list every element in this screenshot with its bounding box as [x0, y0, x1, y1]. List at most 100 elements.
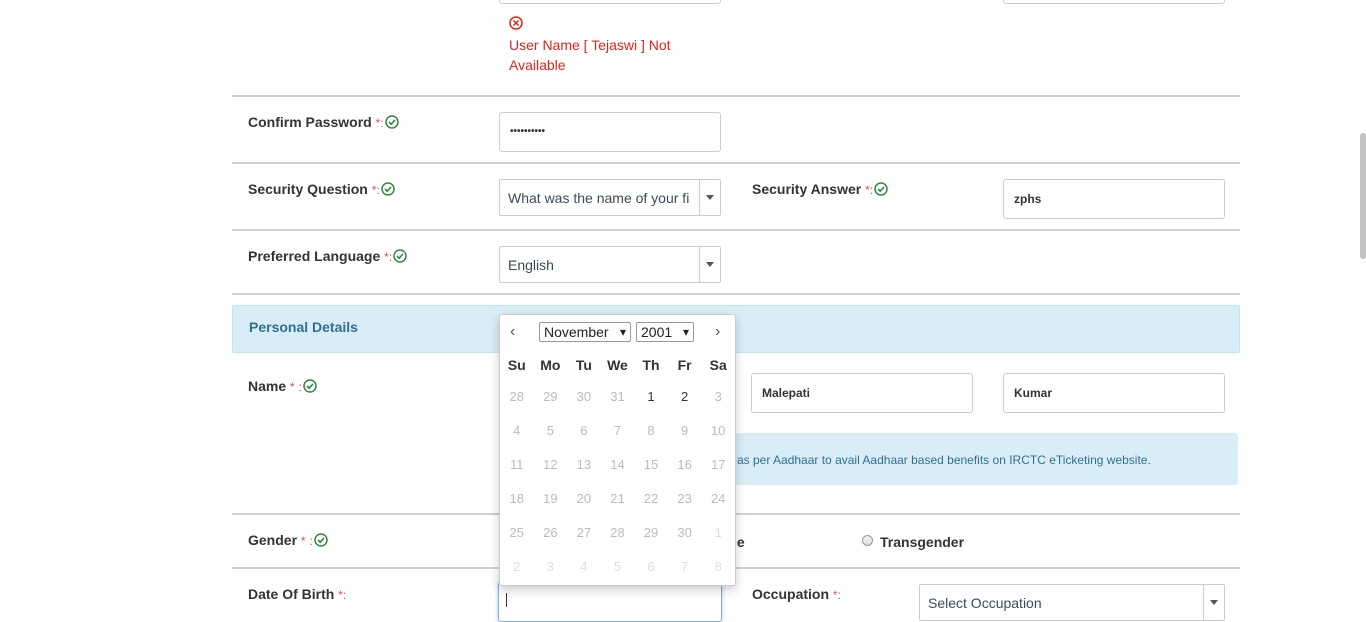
month-select[interactable]: November [539, 322, 631, 342]
date-picker: ‹ November 2001 › SuMoTuWeThFrSa 2829303… [499, 314, 736, 586]
calendar-day: 9 [680, 422, 689, 438]
check-icon [314, 533, 328, 550]
calendar-day: 6 [647, 558, 655, 574]
middle-name-input[interactable]: Malepati [751, 373, 973, 413]
calendar-day: 17 [710, 456, 726, 472]
security-answer-input[interactable]: zphs [1003, 179, 1225, 219]
prev-month-icon[interactable]: ‹ [510, 323, 515, 341]
security-question-select[interactable]: What was the name of your fi [499, 179, 721, 216]
calendar-day: 30 [576, 388, 592, 404]
divider [232, 229, 1240, 231]
personal-details-header: Personal Details [232, 305, 1240, 353]
weekday-header: We [607, 357, 628, 373]
last-name-input[interactable]: Kumar [1003, 373, 1225, 413]
calendar-week: 28 29 30 31 1 2 3 [500, 379, 735, 413]
calendar-day: 5 [546, 422, 554, 438]
chevron-down-icon[interactable] [699, 247, 720, 282]
security-answer-label: Security Answer *: [752, 181, 888, 199]
divider [232, 513, 1240, 515]
preferred-language-label: Preferred Language *: [248, 248, 407, 266]
text-cursor [506, 593, 507, 607]
calendar-week: 4 5 6 7 8 9 10 [500, 413, 735, 447]
calendar-day: 18 [509, 490, 525, 506]
calendar-day[interactable]: 2 [668, 379, 702, 413]
calendar-day: 30 [677, 524, 692, 540]
calendar-day[interactable]: 1 [634, 379, 668, 413]
transgender-radio[interactable] [862, 535, 873, 546]
occupation-select[interactable]: Select Occupation [919, 584, 1225, 621]
occupation-value: Select Occupation [928, 595, 1042, 611]
section-title: Personal Details [249, 319, 358, 335]
calendar-week: 11 12 13 14 15 16 17 [500, 447, 735, 481]
error-icon [509, 16, 523, 33]
calendar-day: 19 [543, 490, 558, 506]
check-icon [303, 379, 317, 396]
check-icon [380, 182, 395, 199]
preferred-language-select[interactable]: English [499, 246, 721, 283]
calendar-day: 12 [543, 456, 558, 472]
calendar-week: 2 3 4 5 6 7 8 [500, 549, 735, 583]
calendar-day: 14 [610, 456, 625, 472]
calendar-day: 7 [680, 558, 689, 574]
calendar-day: 11 [510, 456, 524, 472]
occupation-label: Occupation *: [752, 586, 841, 602]
calendar-day: 2 [513, 558, 521, 574]
security-question-value: What was the name of your fi [508, 190, 690, 206]
calendar-day: 29 [543, 388, 558, 404]
calendar-week: 25 26 27 28 29 30 1 [500, 515, 735, 549]
calendar-day: 3 [714, 388, 722, 404]
aadhaar-info-text: as per Aadhaar to avail Aadhaar based be… [737, 453, 1151, 467]
calendar-day: 23 [677, 490, 692, 506]
weekday-header: Sa [709, 357, 727, 373]
scrollbar[interactable] [1360, 133, 1366, 259]
email-input[interactable] [1003, 0, 1225, 4]
calendar-day: 27 [576, 524, 592, 540]
check-icon [874, 182, 888, 199]
chevron-down-icon[interactable] [1203, 585, 1224, 620]
year-select[interactable]: 2001 [636, 322, 694, 342]
gender-label: Gender * : [248, 532, 328, 550]
calendar-grid: Su Mo Tu We Th Fr Sa 28 29 30 31 1 2 3 4 5 6 7 8 9 10 11 12 13… [500, 351, 735, 583]
calendar-day: 24 [710, 490, 726, 506]
calendar-day: 1 [714, 524, 722, 540]
calendar-day: 5 [613, 558, 622, 574]
calendar-week: 18 19 20 21 22 23 24 [500, 481, 735, 515]
calendar-day: 6 [580, 422, 588, 438]
calendar-day: 7 [613, 422, 622, 438]
preferred-language-value: English [508, 257, 554, 273]
calendar-day: 28 [610, 524, 625, 540]
calendar-day: 13 [576, 456, 592, 472]
username-error: User Name [ Tejaswi ] Not Available [509, 37, 671, 73]
calendar-day: 31 [610, 388, 625, 404]
calendar-day: 26 [543, 524, 558, 540]
chevron-down-icon[interactable] [699, 180, 720, 215]
security-question-label: Security Question *: [248, 181, 395, 199]
divider [232, 567, 1240, 569]
check-icon [384, 115, 399, 132]
name-label: Name * : [248, 378, 317, 396]
divider [232, 95, 1240, 97]
calendar-day: 10 [710, 422, 726, 438]
calendar-day: 28 [509, 388, 525, 404]
weekday-header: Fr [677, 357, 692, 373]
weekday-header: Su [507, 357, 526, 373]
calendar-day: 22 [643, 490, 659, 506]
calendar-day: 16 [677, 456, 692, 472]
calendar-day: 8 [714, 558, 722, 574]
calendar-day: 20 [576, 490, 592, 506]
username-input[interactable] [499, 0, 721, 4]
check-icon [393, 249, 407, 266]
calendar-day: 29 [643, 524, 659, 540]
confirm-password-input[interactable]: •••••••••• [499, 112, 721, 152]
next-month-icon[interactable]: › [715, 323, 720, 341]
divider [232, 162, 1240, 164]
weekday-header: Mo [540, 357, 561, 373]
divider [232, 293, 1240, 295]
calendar-day: 25 [509, 524, 525, 540]
transgender-label[interactable]: Transgender [880, 534, 964, 550]
aadhaar-info-box: as per Aadhaar to avail Aadhaar based be… [700, 433, 1238, 485]
confirm-password-label: Confirm Password *: [248, 114, 399, 132]
dob-label: Date Of Birth *: [248, 586, 347, 602]
dob-input[interactable] [498, 582, 722, 622]
calendar-day: 21 [610, 490, 625, 506]
